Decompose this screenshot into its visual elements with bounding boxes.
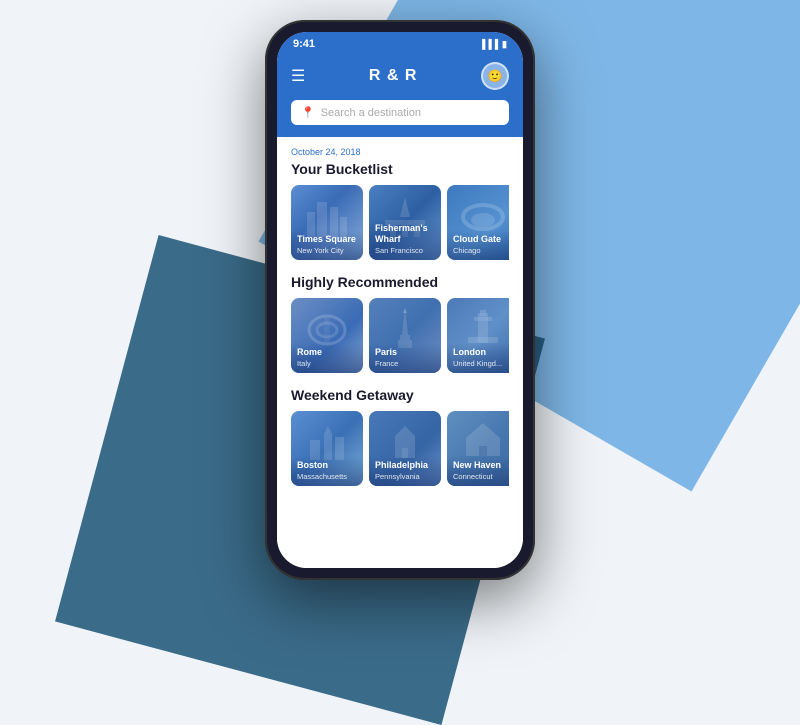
- highly-recommended-section: Highly Recommended Rome Italy: [291, 274, 509, 373]
- main-content: October 24, 2018 Your Bucketlist: [277, 137, 523, 568]
- search-bar[interactable]: 📍 Search a destination: [291, 100, 509, 125]
- card-times-square[interactable]: Times Square New York City: [291, 185, 363, 260]
- search-container: 📍 Search a destination: [277, 100, 523, 137]
- card-subname-new-haven: Connecticut: [453, 472, 509, 481]
- bucketlist-title: Your Bucketlist: [291, 161, 509, 177]
- status-icons: ▐▐▐ ▮: [479, 39, 507, 50]
- app-header: ☰ R & R 🙂: [277, 54, 523, 100]
- phone-screen: 9:41 ▐▐▐ ▮ ☰ R & R 🙂 📍 Search a destinat…: [277, 32, 523, 568]
- weekend-getaway-title: Weekend Getaway: [291, 387, 509, 403]
- status-bar: 9:41 ▐▐▐ ▮: [277, 32, 523, 54]
- hamburger-menu-icon[interactable]: ☰: [291, 66, 305, 86]
- card-overlay-rome: Rome Italy: [291, 343, 363, 373]
- weekend-getaway-section: Weekend Getaway Boston: [291, 387, 509, 486]
- card-boston[interactable]: Boston Massachusetts: [291, 411, 363, 486]
- app-title: R & R: [369, 67, 418, 85]
- card-name-philadelphia: Philadelphia: [375, 460, 435, 471]
- card-overlay-boston: Boston Massachusetts: [291, 456, 363, 486]
- card-name-times-square: Times Square: [297, 234, 357, 245]
- card-subname-cloud-gate: Chicago: [453, 246, 509, 255]
- card-subname-philadelphia: Pennsylvania: [375, 472, 435, 481]
- card-name-rome: Rome: [297, 347, 357, 358]
- card-subname-paris: France: [375, 359, 435, 368]
- card-overlay-london: London United Kingd...: [447, 343, 509, 373]
- card-subname-fishermans-wharf: San Francisco: [375, 246, 435, 255]
- card-fishermans-wharf[interactable]: Fisherman's Wharf San Francisco: [369, 185, 441, 260]
- signal-icon: ▐▐▐: [479, 39, 498, 49]
- phone-frame: 9:41 ▐▐▐ ▮ ☰ R & R 🙂 📍 Search a destinat…: [265, 20, 535, 580]
- card-paris[interactable]: Paris France: [369, 298, 441, 373]
- card-overlay-times-square: Times Square New York City: [291, 230, 363, 260]
- card-cloud-gate[interactable]: Cloud Gate Chicago: [447, 185, 509, 260]
- weekend-getaway-card-row: Boston Massachusetts: [291, 411, 509, 486]
- card-name-fishermans-wharf: Fisherman's Wharf: [375, 223, 435, 245]
- card-overlay-cloud-gate: Cloud Gate Chicago: [447, 230, 509, 260]
- card-overlay-philadelphia: Philadelphia Pennsylvania: [369, 456, 441, 486]
- card-name-london: London: [453, 347, 509, 358]
- highly-recommended-card-row: Rome Italy: [291, 298, 509, 373]
- card-subname-times-square: New York City: [297, 246, 357, 255]
- card-overlay-paris: Paris France: [369, 343, 441, 373]
- card-rome[interactable]: Rome Italy: [291, 298, 363, 373]
- card-name-paris: Paris: [375, 347, 435, 358]
- avatar-icon: 🙂: [488, 69, 503, 83]
- card-subname-boston: Massachusetts: [297, 472, 357, 481]
- search-input[interactable]: Search a destination: [321, 107, 421, 119]
- card-name-new-haven: New Haven: [453, 460, 509, 471]
- date-label: October 24, 2018: [291, 147, 509, 157]
- card-philadelphia[interactable]: Philadelphia Pennsylvania: [369, 411, 441, 486]
- status-time: 9:41: [293, 38, 315, 50]
- avatar[interactable]: 🙂: [481, 62, 509, 90]
- card-london[interactable]: London United Kingd...: [447, 298, 509, 373]
- bucketlist-card-row: Times Square New York City: [291, 185, 509, 260]
- highly-recommended-title: Highly Recommended: [291, 274, 509, 290]
- card-subname-london: United Kingd...: [453, 359, 509, 368]
- card-overlay-fishermans-wharf: Fisherman's Wharf San Francisco: [369, 219, 441, 260]
- bucketlist-section: Your Bucketlist Times Square: [291, 161, 509, 260]
- location-pin-icon: 📍: [301, 106, 315, 119]
- card-subname-rome: Italy: [297, 359, 357, 368]
- card-name-cloud-gate: Cloud Gate: [453, 234, 509, 245]
- battery-icon: ▮: [502, 39, 507, 50]
- card-overlay-new-haven: New Haven Connecticut: [447, 456, 509, 486]
- card-new-haven[interactable]: New Haven Connecticut: [447, 411, 509, 486]
- card-name-boston: Boston: [297, 460, 357, 471]
